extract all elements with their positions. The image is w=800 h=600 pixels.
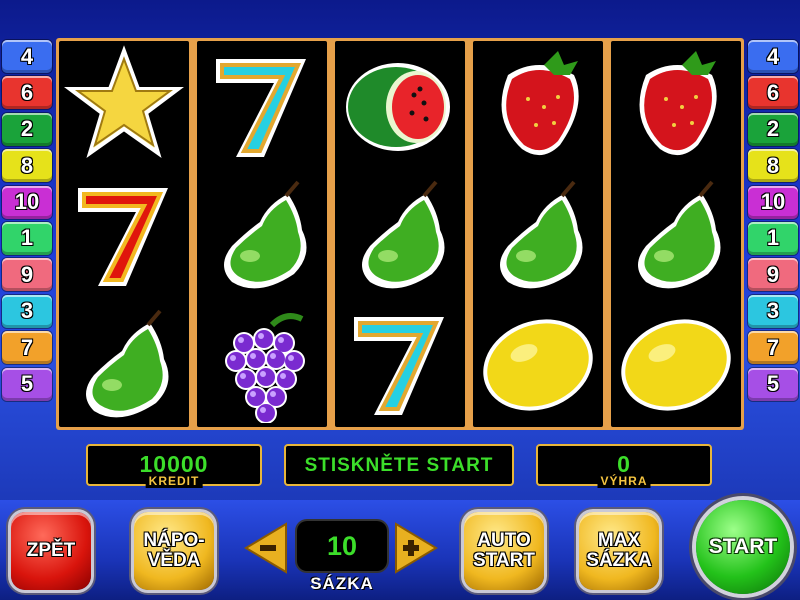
strawberry-icon bbox=[639, 51, 717, 156]
lemon-icon bbox=[621, 319, 731, 411]
reel-symbol bbox=[59, 170, 189, 298]
autostart-label-line1: AUTO bbox=[477, 530, 531, 551]
payline-indicator: 9 bbox=[748, 258, 798, 292]
payline-indicator: 4 bbox=[2, 40, 52, 73]
bet-increase-button[interactable] bbox=[394, 522, 440, 574]
win-label: VÝHRA bbox=[597, 474, 651, 488]
payline-indicator: 10 bbox=[748, 185, 798, 219]
payline-indicator: 6 bbox=[2, 76, 52, 110]
reel-3 bbox=[335, 41, 465, 427]
message-text: STISKNĚTE START bbox=[304, 455, 494, 476]
help-button-label-line2: VĚDA bbox=[147, 550, 201, 571]
pear-icon bbox=[86, 309, 169, 418]
payline-indicator: 7 bbox=[748, 331, 798, 365]
reel-symbol bbox=[335, 299, 465, 427]
payline-indicator: 10 bbox=[2, 185, 52, 219]
star-icon bbox=[64, 45, 184, 158]
payline-indicator: 9 bbox=[2, 258, 52, 292]
reel-symbol bbox=[473, 41, 603, 169]
start-button[interactable]: START bbox=[696, 500, 790, 594]
red-seven-icon bbox=[78, 188, 168, 286]
watermelon-icon bbox=[346, 63, 450, 151]
pear-icon bbox=[500, 180, 583, 289]
reel-symbol bbox=[197, 299, 327, 427]
payline-indicator: 2 bbox=[2, 112, 52, 146]
payline-indicator: 1 bbox=[748, 221, 798, 255]
minus-icon bbox=[260, 545, 276, 551]
payline-indicator: 8 bbox=[2, 149, 52, 183]
payline-indicator: 3 bbox=[2, 294, 52, 328]
payline-indicator: 5 bbox=[2, 367, 52, 401]
help-button-label-line1: NÁPO- bbox=[143, 530, 205, 551]
max-bet-button[interactable]: MAX SÁZKA bbox=[579, 512, 659, 590]
back-button-label: ZPĚT bbox=[26, 540, 76, 561]
payline-indicator: 6 bbox=[748, 76, 798, 110]
reel-symbol bbox=[473, 299, 603, 427]
cyan-seven-icon bbox=[354, 317, 444, 415]
payline-indicator: 3 bbox=[748, 294, 798, 328]
reel-symbol bbox=[611, 170, 741, 298]
reel-symbol bbox=[59, 41, 189, 169]
bet-decrease-button[interactable] bbox=[242, 522, 288, 574]
grapes-icon bbox=[225, 313, 305, 423]
start-button-label: START bbox=[708, 535, 778, 558]
reel-4 bbox=[473, 41, 603, 427]
payline-indicators-left: 4 6 2 8 10 1 9 3 7 5 bbox=[2, 40, 52, 404]
autostart-label-line2: START bbox=[473, 550, 535, 571]
reel-symbol bbox=[59, 299, 189, 427]
back-button[interactable]: ZPĚT bbox=[11, 512, 91, 590]
payline-indicator: 1 bbox=[2, 221, 52, 255]
reel-symbol bbox=[197, 170, 327, 298]
reel-symbol bbox=[197, 41, 327, 169]
autostart-button[interactable]: AUTO START bbox=[464, 512, 544, 590]
reel-2 bbox=[197, 41, 327, 427]
reel-symbol bbox=[473, 170, 603, 298]
reel-area bbox=[56, 38, 744, 430]
payline-indicator: 8 bbox=[748, 149, 798, 183]
win-display: 0 VÝHRA bbox=[536, 444, 712, 488]
slot-machine-screen: 4 6 2 8 10 1 9 3 7 5 4 6 2 8 10 1 9 3 7 … bbox=[0, 0, 800, 600]
bet-label: SÁZKA bbox=[310, 574, 374, 593]
help-button[interactable]: NÁPO- VĚDA bbox=[134, 512, 214, 590]
payline-indicator: 7 bbox=[2, 331, 52, 365]
payline-indicators-right: 4 6 2 8 10 1 9 3 7 5 bbox=[748, 40, 798, 404]
bet-value: 10 bbox=[326, 531, 358, 561]
reel-symbol bbox=[335, 170, 465, 298]
cyan-seven-icon bbox=[216, 59, 306, 157]
reel-symbol bbox=[335, 41, 465, 169]
reel-5 bbox=[611, 41, 741, 427]
payline-indicator: 2 bbox=[748, 112, 798, 146]
max-bet-label-line1: MAX bbox=[597, 530, 641, 551]
bet-display: 10 bbox=[297, 521, 387, 571]
pear-icon bbox=[638, 180, 721, 289]
payline-indicator: 4 bbox=[748, 40, 798, 73]
reel-1 bbox=[59, 41, 189, 427]
payline-indicator: 5 bbox=[748, 367, 798, 401]
pear-icon bbox=[362, 180, 445, 289]
credit-label: KREDIT bbox=[145, 474, 203, 488]
max-bet-label-line2: SÁZKA bbox=[586, 550, 652, 571]
strawberry-icon bbox=[501, 51, 579, 156]
pear-icon bbox=[224, 180, 307, 289]
reel-symbol bbox=[611, 41, 741, 169]
lemon-icon bbox=[483, 319, 593, 411]
credit-display: 10000 KREDIT bbox=[86, 444, 262, 488]
message-display: STISKNĚTE START bbox=[284, 444, 514, 486]
reel-symbol bbox=[611, 299, 741, 427]
